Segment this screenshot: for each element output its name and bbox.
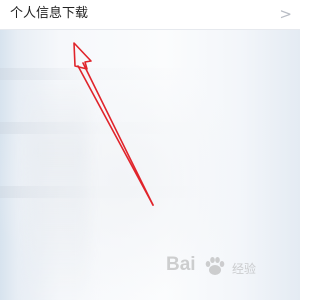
watermark-brand-right: 经验 bbox=[232, 262, 257, 276]
phone-screen: 个人信息下载 > Bai 经验 bbox=[0, 0, 300, 300]
paw-icon bbox=[205, 257, 225, 275]
chevron-right-icon: > bbox=[279, 5, 292, 23]
baidu-jingyan-watermark: Bai 经验 bbox=[166, 252, 276, 282]
watermark-brand-left: Bai bbox=[166, 254, 196, 275]
personal-info-download-label: 个人信息下载 bbox=[10, 6, 89, 21]
personal-info-download-row[interactable]: 个人信息下载 > bbox=[0, 0, 300, 30]
blurred-column bbox=[28, 75, 88, 300]
